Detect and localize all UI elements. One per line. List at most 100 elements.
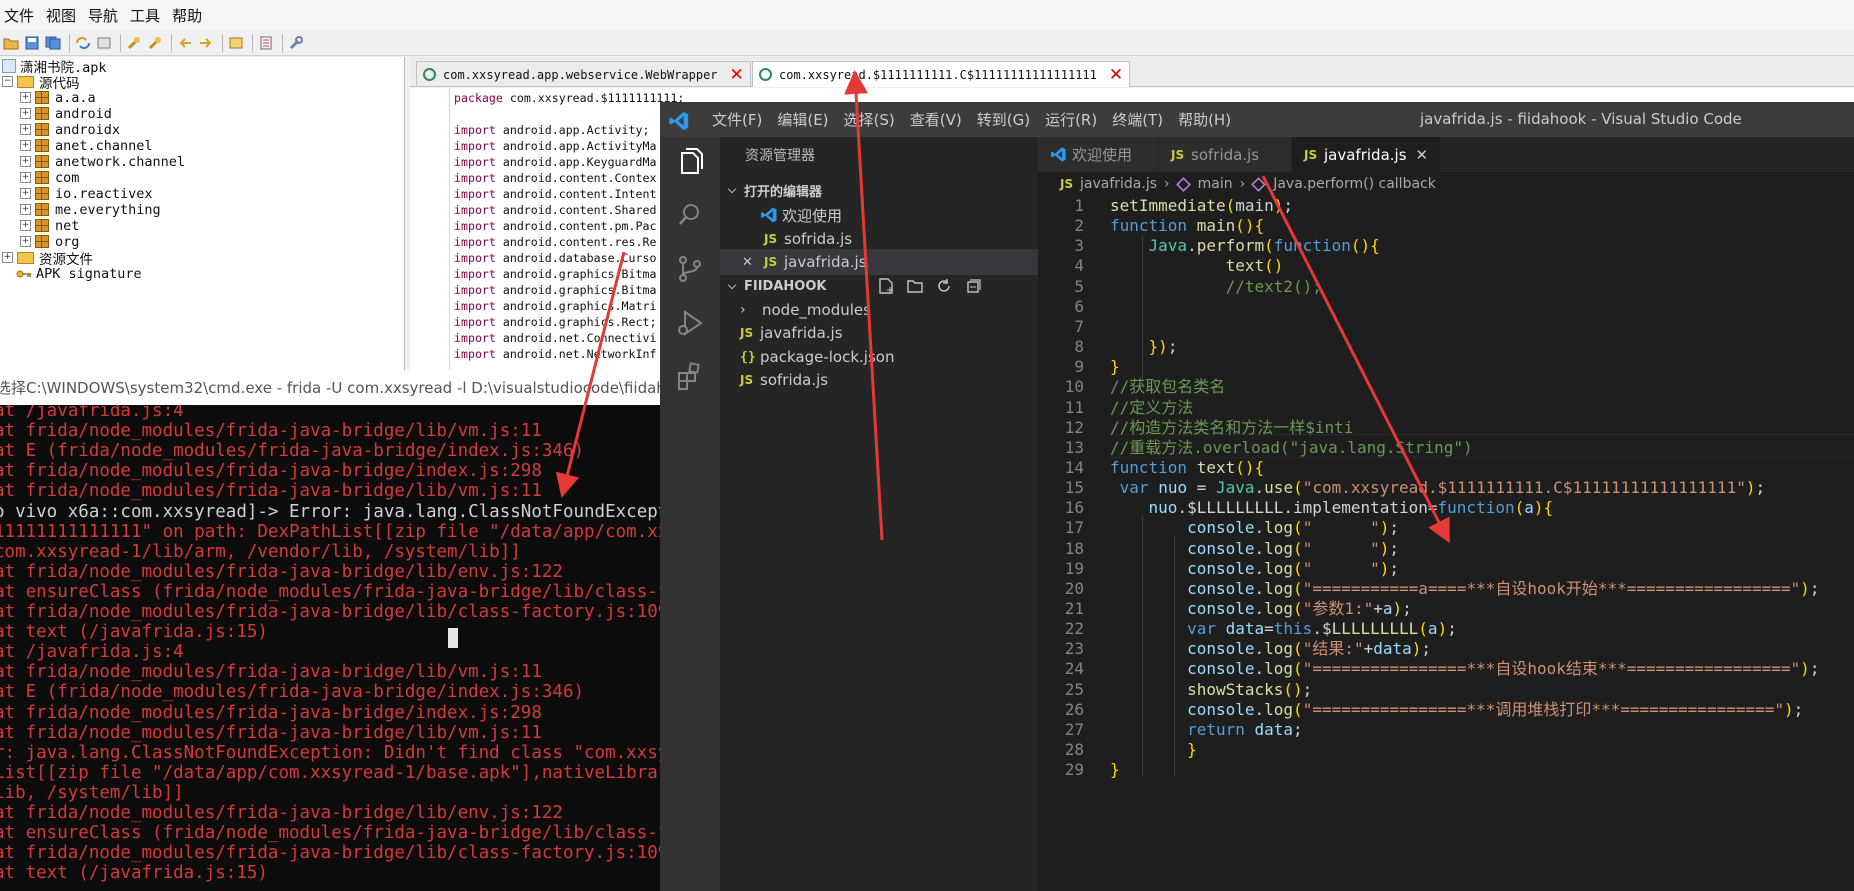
vscode-title-bar: 文件(F) 编辑(E) 选择(S) 查看(V) 转到(G) 运行(R) 终端(T… bbox=[660, 102, 1854, 137]
code-line: setImmediate(main); bbox=[1110, 196, 1294, 215]
expand-toggle-icon[interactable]: + bbox=[20, 124, 31, 135]
close-icon[interactable]: ✕ bbox=[742, 255, 764, 270]
code-line: //text2(); bbox=[1110, 276, 1322, 296]
console-line: at frida/node_modules/frida-java-bridge/… bbox=[0, 702, 542, 723]
line-number: 1 bbox=[1074, 196, 1084, 215]
menu-help[interactable]: 帮助(H) bbox=[1178, 109, 1231, 130]
search-icon[interactable] bbox=[672, 197, 708, 233]
open-editor-javafrida[interactable]: ✕ JS javafrida.js bbox=[720, 249, 1038, 275]
expand-toggle-icon[interactable]: + bbox=[20, 108, 31, 119]
deobfuscation-icon[interactable] bbox=[227, 35, 245, 51]
sync-icon[interactable] bbox=[74, 35, 92, 51]
menu-selection[interactable]: 选择(S) bbox=[844, 109, 895, 130]
line-number: 6 bbox=[1074, 296, 1084, 316]
tab-javafrida[interactable]: JS javafrida.js ✕ bbox=[1292, 137, 1441, 172]
line-number: 8 bbox=[1074, 337, 1084, 357]
package-icon bbox=[35, 203, 49, 216]
project-tree: 潇湘书院.apk − 源代码 + a.a.a + android + androidx… bbox=[0, 57, 405, 370]
expand-toggle-icon[interactable]: + bbox=[20, 172, 31, 183]
close-icon[interactable]: ✕ bbox=[1109, 65, 1123, 85]
package-icon bbox=[35, 107, 49, 120]
cmd-console[interactable]: at /javafrida.js:4 at frida/node_modules/… bbox=[0, 405, 660, 891]
menu-run[interactable]: 运行(R) bbox=[1045, 109, 1097, 130]
open-file-icon[interactable] bbox=[2, 35, 20, 51]
open-editor-label: 欢迎使用 bbox=[782, 206, 843, 225]
menu-edit[interactable]: 编辑(E) bbox=[777, 109, 828, 130]
expand-toggle-icon[interactable]: + bbox=[20, 236, 31, 247]
open-editor-label: sofrida.js bbox=[784, 230, 853, 248]
menu-view[interactable]: 查看(V) bbox=[910, 109, 962, 130]
line-number: 21 bbox=[1064, 599, 1084, 618]
refresh-icon[interactable] bbox=[935, 277, 953, 299]
new-folder-icon[interactable] bbox=[906, 277, 924, 299]
breadcrumb-callback[interactable]: Java.perform() callback bbox=[1273, 176, 1436, 192]
tree-javafrida[interactable]: JS javafrida.js bbox=[740, 320, 843, 346]
line-number: 22 bbox=[1064, 619, 1084, 639]
code-line: }); bbox=[1148, 337, 1178, 357]
back-icon[interactable] bbox=[176, 35, 194, 51]
breadcrumb-separator-icon: › bbox=[1164, 176, 1170, 192]
code-line: var nuo = Java.use("com.xxsyread.$111111… bbox=[1119, 478, 1766, 498]
collapse-toggle-icon[interactable]: − bbox=[2, 76, 13, 87]
tab-sofrida[interactable]: JS sofrida.js bbox=[1159, 137, 1291, 172]
source-control-icon[interactable] bbox=[672, 251, 708, 287]
code-line: console.log("================***调用堆栈打印**… bbox=[1187, 699, 1804, 719]
open-editor-welcome[interactable]: 欢迎使用 bbox=[760, 202, 842, 228]
menu-terminal[interactable]: 终端(T) bbox=[1112, 109, 1163, 130]
line-number: 28 bbox=[1064, 740, 1084, 760]
tab-webwrapper[interactable]: com.xxsyread.app.webservice.WebWrapper ✕ bbox=[416, 61, 751, 87]
extensions-icon[interactable] bbox=[672, 359, 708, 395]
forward-icon[interactable] bbox=[197, 35, 215, 51]
flat-packages-icon[interactable] bbox=[95, 35, 113, 51]
code-line: //构造方法类名和方法一样$inti bbox=[1110, 417, 1354, 437]
menu-file[interactable]: 文件(F) bbox=[712, 109, 762, 130]
search-class-icon[interactable] bbox=[146, 35, 164, 51]
tree-apk-signature[interactable]: APK signature bbox=[16, 264, 142, 283]
new-file-icon[interactable] bbox=[877, 277, 895, 299]
tab-label: com.xxsyread.$1111111111.C$1111111111111… bbox=[779, 67, 1097, 82]
menu-tools[interactable]: 工具 bbox=[130, 5, 160, 26]
expand-toggle-icon[interactable]: + bbox=[20, 188, 31, 199]
line-number: 4 bbox=[1074, 256, 1084, 276]
expand-toggle-icon[interactable]: + bbox=[20, 92, 31, 103]
explorer-icon[interactable] bbox=[672, 145, 708, 181]
menu-help[interactable]: 帮助 bbox=[172, 5, 202, 26]
expand-toggle-icon[interactable]: + bbox=[2, 252, 13, 263]
save-all-icon[interactable] bbox=[44, 35, 62, 51]
folder-section[interactable]: ⌵ FIIDAHOOK bbox=[720, 273, 1038, 299]
preferences-icon[interactable] bbox=[287, 35, 305, 51]
open-editors-section[interactable]: ⌵ 打开的编辑器 bbox=[720, 177, 1038, 203]
code-line: } bbox=[1110, 760, 1120, 780]
console-line: at frida/node_modules/frida-java-bridge/… bbox=[0, 662, 542, 683]
expand-toggle-icon[interactable]: + bbox=[20, 140, 31, 151]
jadx-code-line: import android.content.pm.Pac bbox=[454, 219, 657, 233]
tree-sofrida[interactable]: JS sofrida.js bbox=[740, 367, 828, 393]
menu-navigate[interactable]: 导航 bbox=[88, 5, 118, 26]
line-number: 3 bbox=[1074, 236, 1084, 256]
search-text-icon[interactable] bbox=[125, 35, 143, 51]
tab-welcome[interactable]: 欢迎使用 bbox=[1038, 137, 1158, 172]
log-viewer-icon[interactable] bbox=[257, 35, 275, 51]
expand-toggle-icon[interactable]: + bbox=[20, 204, 31, 215]
menu-file[interactable]: 文件 bbox=[4, 5, 34, 26]
close-icon[interactable]: ✕ bbox=[730, 65, 744, 85]
breadcrumb-main[interactable]: main bbox=[1198, 176, 1233, 192]
tab-active-class[interactable]: com.xxsyread.$1111111111.C$1111111111111… bbox=[752, 61, 1131, 87]
save-icon[interactable] bbox=[23, 35, 41, 51]
console-line: at /javafrida.js:4 bbox=[0, 642, 184, 663]
close-icon[interactable]: ✕ bbox=[1416, 146, 1429, 164]
expand-toggle-icon[interactable]: + bbox=[20, 220, 31, 231]
menu-view[interactable]: 视图 bbox=[46, 5, 76, 26]
code-line: showStacks(); bbox=[1187, 679, 1313, 699]
editor-tab-bar: 欢迎使用 JS sofrida.js JS javafrida.js ✕ bbox=[1038, 137, 1854, 172]
code-editor[interactable]: 1 setImmediate(main); 2 function main(){3 J… bbox=[1038, 196, 1854, 891]
run-debug-icon[interactable] bbox=[672, 305, 708, 341]
console-line: at frida/node_modules/frida-java-bridge/… bbox=[0, 843, 660, 864]
menu-go[interactable]: 转到(G) bbox=[977, 109, 1030, 130]
expand-toggle-icon[interactable]: + bbox=[20, 156, 31, 167]
console-line: r: java.lang.ClassNotFoundException: Did… bbox=[0, 742, 660, 763]
code-line: function text(){ bbox=[1110, 457, 1265, 477]
breadcrumb-file[interactable]: javafrida.js bbox=[1080, 176, 1157, 192]
collapse-all-icon[interactable] bbox=[964, 277, 982, 299]
folder-icon bbox=[17, 251, 34, 264]
